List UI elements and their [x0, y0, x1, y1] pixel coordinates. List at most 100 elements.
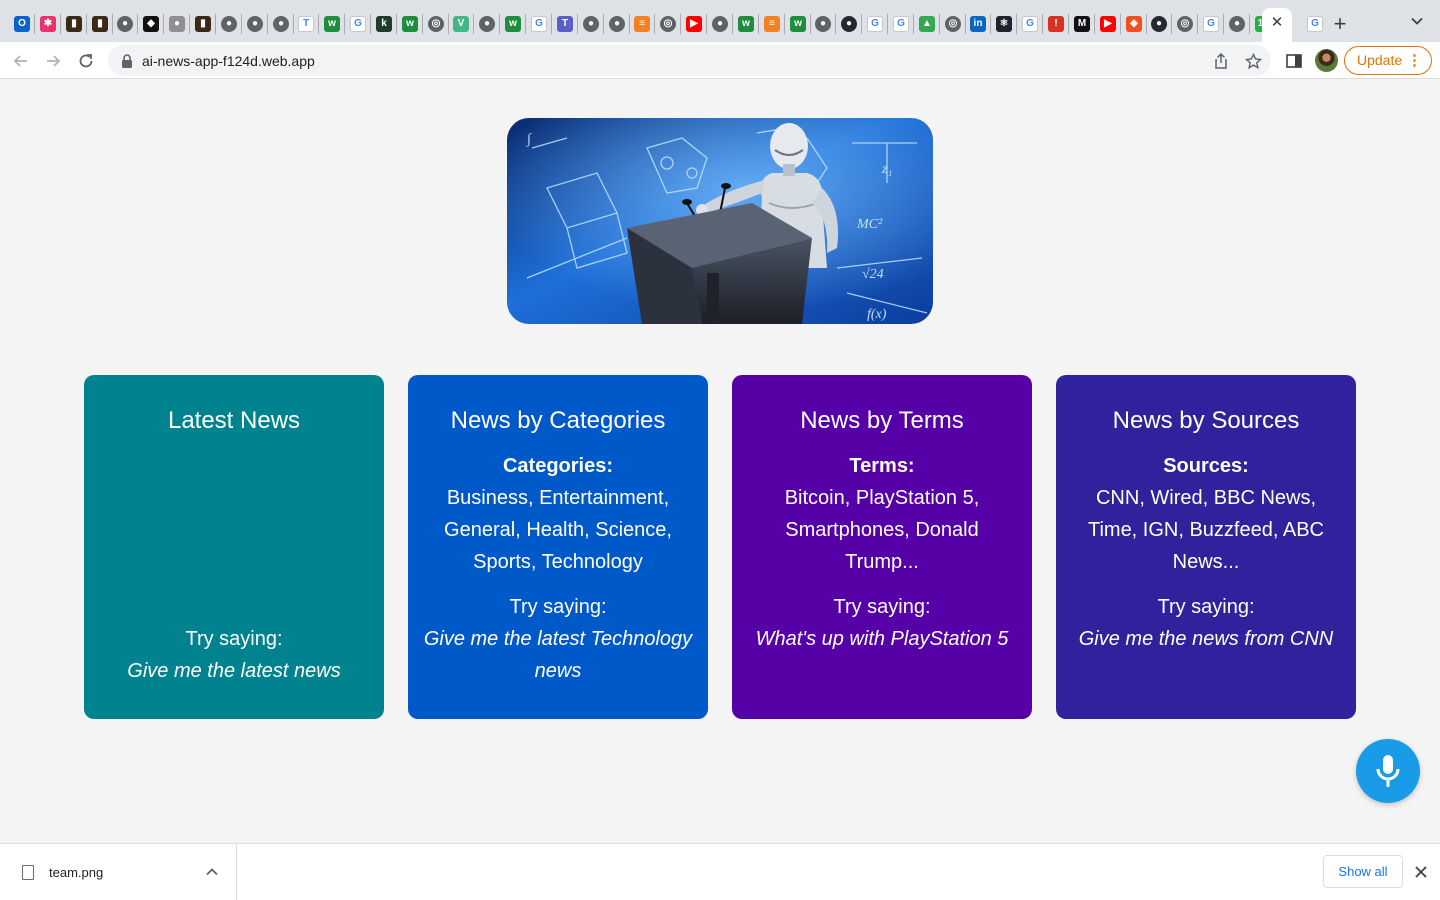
linkedin-icon[interactable]: in: [970, 16, 986, 32]
tab-separator: [448, 14, 449, 34]
globe-icon[interactable]: ●: [117, 16, 133, 32]
globe-icon[interactable]: ●: [247, 16, 263, 32]
globe-icon[interactable]: ●: [815, 16, 831, 32]
google-icon[interactable]: G: [1307, 16, 1323, 32]
chrome-icon[interactable]: ◎: [945, 16, 961, 32]
google-icon[interactable]: G: [893, 16, 909, 32]
card-news-by-categories[interactable]: News by Categories Categories: Business,…: [408, 375, 708, 719]
apple-icon[interactable]: ●: [169, 16, 185, 32]
try-label: Try saying:: [509, 596, 607, 618]
tab-separator: [551, 14, 552, 34]
alert-icon[interactable]: !: [1048, 16, 1064, 32]
tab-separator: [1197, 14, 1198, 34]
side-panel-icon: [1286, 54, 1302, 68]
download-item[interactable]: team.png: [0, 844, 237, 900]
tab-separator: [1094, 14, 1095, 34]
globe-icon[interactable]: ●: [273, 16, 289, 32]
youtube-icon[interactable]: ▶: [1100, 16, 1116, 32]
chrome-icon[interactable]: ◎: [428, 16, 444, 32]
book-icon[interactable]: ▮: [66, 16, 82, 32]
outlook-icon[interactable]: O: [14, 16, 30, 32]
tab-separator: [396, 14, 397, 34]
arrow-left-icon: [13, 55, 27, 67]
youtube-icon[interactable]: ▶: [686, 16, 702, 32]
tab-separator: [267, 14, 268, 34]
lock-icon[interactable]: [120, 53, 134, 69]
globe-icon[interactable]: ●: [609, 16, 625, 32]
wix-icon[interactable]: w: [738, 16, 754, 32]
try-example: Give me the latest Technology news: [423, 628, 693, 682]
tab-separator: [344, 14, 345, 34]
figma-icon[interactable]: ◆: [1126, 16, 1142, 32]
stackoverflow-icon[interactable]: ≡: [764, 16, 780, 32]
google-icon[interactable]: G: [531, 16, 547, 32]
tab-search-button[interactable]: [1407, 14, 1427, 34]
tab-separator: [603, 14, 604, 34]
google-icon[interactable]: G: [1203, 16, 1219, 32]
google-icon[interactable]: G: [350, 16, 366, 32]
wix-icon[interactable]: w: [505, 16, 521, 32]
tab-separator: [1016, 14, 1017, 34]
github-icon[interactable]: ●: [1151, 16, 1167, 32]
react-icon[interactable]: ⚛: [996, 16, 1012, 32]
globe-icon[interactable]: ●: [1229, 16, 1245, 32]
tab-separator: [810, 14, 811, 34]
stackoverflow-icon[interactable]: ≡: [634, 16, 650, 32]
close-tab-icon[interactable]: ✕: [1269, 15, 1285, 31]
tab-separator: [1068, 14, 1069, 34]
tab-separator: [990, 14, 991, 34]
chrome-icon[interactable]: ◎: [1177, 16, 1193, 32]
reload-button[interactable]: [73, 48, 99, 74]
globe-icon[interactable]: ●: [583, 16, 599, 32]
browser-toolbar: ai-news-app-f124d.web.app Update ⋮: [0, 42, 1440, 79]
tab-separator: [835, 14, 836, 34]
medium-icon[interactable]: M: [1074, 16, 1090, 32]
asterisk-icon[interactable]: ✱: [40, 16, 56, 32]
profile-avatar[interactable]: [1315, 49, 1338, 72]
drive-icon[interactable]: ▲: [919, 16, 935, 32]
google-icon[interactable]: G: [1022, 16, 1038, 32]
google-icon[interactable]: G: [867, 16, 883, 32]
side-panel-button[interactable]: [1284, 51, 1304, 71]
try-label: Try saying:: [833, 596, 931, 618]
wix-icon[interactable]: w: [402, 16, 418, 32]
chevron-up-icon[interactable]: [204, 864, 220, 880]
card-news-by-terms[interactable]: News by Terms Terms: Bitcoin, PlayStatio…: [732, 375, 1032, 719]
tab-separator: [629, 14, 630, 34]
globe-icon[interactable]: ●: [479, 16, 495, 32]
wix-icon[interactable]: w: [324, 16, 340, 32]
card-latest-news[interactable]: Latest News Try saying: Give me the late…: [84, 375, 384, 719]
url-text[interactable]: ai-news-app-f124d.web.app: [142, 53, 315, 69]
share-button[interactable]: [1212, 52, 1230, 70]
tab-separator: [784, 14, 785, 34]
wix-icon[interactable]: w: [790, 16, 806, 32]
card-label: Terms:: [849, 455, 915, 477]
vue-icon[interactable]: V: [453, 16, 469, 32]
new-tab-button[interactable]: +: [1329, 13, 1351, 35]
teams-icon[interactable]: T: [557, 16, 573, 32]
arrow-right-icon: [47, 55, 61, 67]
card-news-by-sources[interactable]: News by Sources Sources: CNN, Wired, BBC…: [1056, 375, 1356, 719]
address-bar[interactable]: ai-news-app-f124d.web.app: [108, 45, 1271, 76]
show-all-button[interactable]: Show all: [1323, 855, 1403, 888]
try-example: What's up with PlayStation 5: [755, 628, 1009, 650]
cursor-icon[interactable]: k: [376, 16, 392, 32]
tab-separator: [913, 14, 914, 34]
voice-assistant-button[interactable]: [1356, 739, 1420, 803]
share-icon: [1215, 53, 1227, 69]
globe-icon[interactable]: ●: [221, 16, 237, 32]
chrome-icon[interactable]: ◎: [660, 16, 676, 32]
book-icon[interactable]: ▮: [92, 16, 108, 32]
close-download-bar-icon[interactable]: [1412, 863, 1430, 881]
diamond-icon[interactable]: ◆: [143, 16, 159, 32]
text-icon[interactable]: T: [298, 16, 314, 32]
reload-icon: [79, 54, 93, 68]
update-button[interactable]: Update ⋮: [1344, 46, 1432, 75]
github-icon[interactable]: ●: [841, 16, 857, 32]
forward-button[interactable]: [40, 48, 66, 74]
card-body: Terms: Bitcoin, PlayStation 5, Smartphon…: [746, 450, 1018, 578]
book-icon[interactable]: ▮: [195, 16, 211, 32]
globe-icon[interactable]: ●: [712, 16, 728, 32]
bookmark-button[interactable]: [1244, 52, 1262, 70]
back-button[interactable]: [8, 48, 34, 74]
